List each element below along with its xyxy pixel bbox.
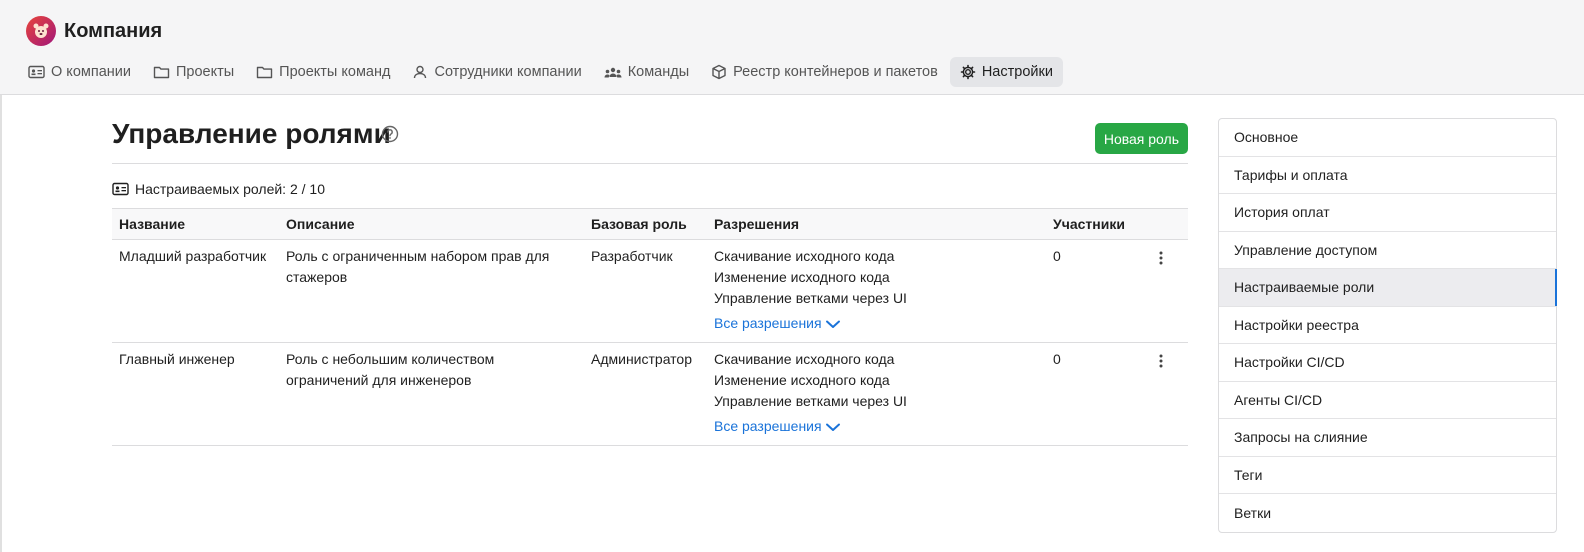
roles-table: Название Описание Базовая роль Разрешени…: [112, 208, 1188, 446]
all-permissions-link[interactable]: Все разрешения: [714, 313, 841, 334]
sidebar-item-general[interactable]: Основное: [1219, 119, 1556, 157]
permission-item: Изменение исходного кода: [714, 372, 890, 388]
page-title: Управление ролями: [112, 118, 391, 149]
nav-projects-label: Проекты: [175, 64, 235, 80]
roles-count: Настраиваемых ролей: 2 / 10: [112, 181, 325, 197]
company-name: Компания: [64, 19, 163, 42]
table-header-row: Название Описание Базовая роль Разрешени…: [112, 208, 1188, 240]
role-base-role: Администратор: [584, 342, 707, 446]
permission-item: Скачивание исходного кода: [714, 248, 895, 264]
chevron-down-icon: [825, 423, 840, 431]
top-header: Компания О компании Проекты Проекты кома…: [0, 0, 1584, 95]
permission-item: Управление ветками через UI: [714, 290, 907, 306]
sidebar-item-cicd-settings[interactable]: Настройки CI/CD: [1219, 344, 1556, 382]
nav-registry[interactable]: Реестр контейнеров и пакетов: [701, 57, 948, 87]
permission-item: Управление ветками через UI: [714, 393, 907, 409]
nav-employees-label: Сотрудники компании: [434, 64, 582, 80]
sidebar-item-registry[interactable]: Настройки реестра: [1219, 307, 1556, 344]
roles-count-text: Настраиваемых ролей: 2 / 10: [135, 181, 325, 197]
table-row: Главный инженер Роль с небольшим количес…: [112, 342, 1188, 446]
all-permissions-link[interactable]: Все разрешения: [714, 416, 841, 437]
main-nav: О компании Проекты Проекты команд Сотруд…: [18, 57, 1065, 87]
company-logo-icon: [26, 16, 56, 46]
sidebar-item-custom-roles[interactable]: Настраиваемые роли: [1219, 269, 1557, 307]
role-permissions: Скачивание исходного кода Изменение исхо…: [707, 342, 1046, 446]
role-base-role: Разработчик: [584, 239, 707, 343]
sidebar-item-access[interactable]: Управление доступом: [1219, 232, 1556, 269]
gear-icon: [960, 64, 976, 80]
help-icon[interactable]: [381, 125, 399, 148]
team-icon: [604, 67, 622, 78]
nav-projects[interactable]: Проекты: [143, 57, 244, 87]
role-permissions: Скачивание исходного кода Изменение исхо…: [707, 239, 1046, 343]
nav-team-projects-label: Проекты команд: [279, 64, 391, 80]
chevron-down-icon: [825, 320, 840, 328]
nav-about[interactable]: О компании: [18, 57, 141, 87]
sidebar-item-payment-history[interactable]: История оплат: [1219, 194, 1556, 232]
nav-team-projects[interactable]: Проекты команд: [246, 57, 400, 87]
role-members: 0: [1046, 239, 1146, 343]
sidebar-item-billing[interactable]: Тарифы и оплата: [1219, 157, 1556, 194]
nav-settings-label: Настройки: [981, 64, 1053, 80]
role-description: Роль с ограниченным набором прав для ста…: [279, 239, 584, 343]
table-row: Младший разработчик Роль с ограниченным …: [112, 239, 1188, 343]
role-description: Роль с небольшим количеством ограничений…: [279, 342, 584, 446]
more-actions-icon[interactable]: [1153, 250, 1169, 272]
settings-sidebar: Основное Тарифы и оплата История оплат У…: [1218, 118, 1557, 533]
package-icon: [712, 64, 726, 80]
column-header-permissions[interactable]: Разрешения: [707, 208, 1046, 240]
role-name: Младший разработчик: [112, 239, 279, 343]
left-border: [0, 95, 2, 552]
nav-teams-label: Команды: [627, 64, 690, 80]
row-actions: [1146, 342, 1188, 446]
permission-item: Изменение исходного кода: [714, 269, 890, 285]
id-card-icon: [28, 65, 45, 79]
user-icon: [414, 65, 427, 79]
permission-item: Скачивание исходного кода: [714, 351, 895, 367]
nav-settings[interactable]: Настройки: [949, 57, 1063, 87]
all-permissions-label: Все разрешения: [714, 418, 822, 434]
nav-teams[interactable]: Команды: [594, 57, 699, 87]
column-header-name[interactable]: Название: [112, 208, 279, 240]
nav-about-label: О компании: [51, 64, 131, 80]
more-actions-icon[interactable]: [1153, 353, 1169, 375]
folder-icon: [256, 66, 273, 79]
all-permissions-label: Все разрешения: [714, 315, 822, 331]
nav-registry-label: Реестр контейнеров и пакетов: [733, 64, 938, 80]
id-card-icon: [112, 182, 129, 196]
role-name: Главный инженер: [112, 342, 279, 446]
column-header-actions: [1146, 208, 1188, 240]
column-header-base-role[interactable]: Базовая роль: [584, 208, 707, 240]
column-header-description[interactable]: Описание: [279, 208, 584, 240]
brand[interactable]: Компания: [26, 16, 162, 46]
column-header-members[interactable]: Участники: [1046, 208, 1146, 240]
folder-icon: [153, 66, 170, 79]
role-members: 0: [1046, 342, 1146, 446]
sidebar-item-merge-requests[interactable]: Запросы на слияние: [1219, 419, 1556, 457]
sidebar-item-branches[interactable]: Ветки: [1219, 494, 1556, 532]
sidebar-item-cicd-agents[interactable]: Агенты CI/CD: [1219, 382, 1556, 419]
nav-employees[interactable]: Сотрудники компании: [402, 57, 591, 87]
sidebar-item-tags[interactable]: Теги: [1219, 457, 1556, 494]
title-row: Управление ролями Новая роль: [112, 110, 1188, 164]
new-role-button[interactable]: Новая роль: [1094, 123, 1188, 154]
row-actions: [1146, 239, 1188, 343]
main-content: Управление ролями Новая роль Настраиваем…: [112, 110, 1188, 446]
